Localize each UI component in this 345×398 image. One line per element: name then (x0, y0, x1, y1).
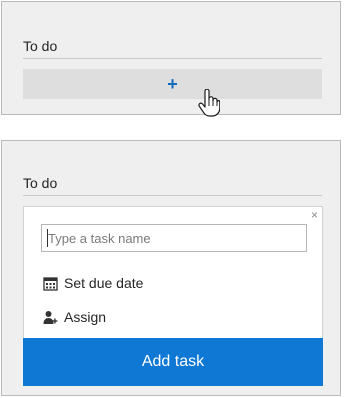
person-add-icon (42, 309, 58, 325)
divider (23, 195, 322, 196)
close-icon[interactable]: × (311, 209, 318, 221)
plus-icon: + (167, 74, 178, 94)
bucket-title: To do (23, 175, 58, 191)
divider (23, 58, 322, 59)
calendar-icon (42, 275, 58, 291)
task-name-input[interactable] (41, 224, 307, 252)
assign-label: Assign (64, 309, 107, 325)
bucket-title: To do (23, 38, 58, 54)
set-due-date-label: Set due date (64, 275, 144, 291)
add-task-button[interactable]: + (23, 69, 322, 99)
text-caret (47, 229, 48, 247)
new-task-card: × Set due date (23, 206, 323, 386)
assign-button[interactable]: Assign (42, 309, 106, 325)
set-due-date-button[interactable]: Set due date (42, 275, 143, 291)
hand-pointer-icon (198, 89, 220, 117)
bucket-panel-collapsed: To do + (1, 1, 341, 117)
add-task-submit-button[interactable]: Add task (23, 338, 323, 386)
bucket-panel-expanded: To do × Set due date (1, 140, 341, 396)
